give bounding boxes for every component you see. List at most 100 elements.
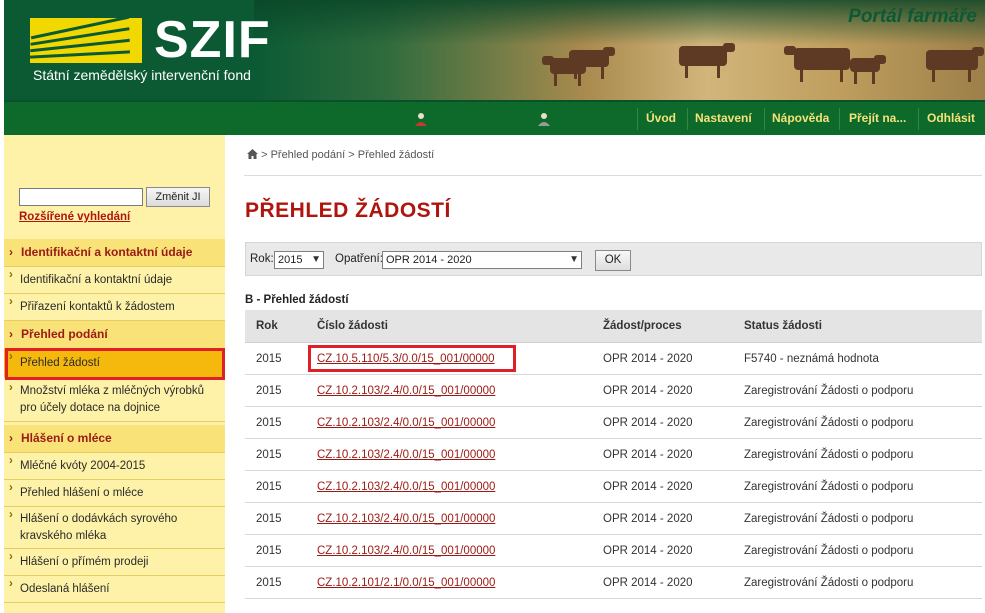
table-row: 2015 CZ.10.2.103/2.4/0.0/15_001/00000 OP… — [245, 438, 982, 471]
request-number-link[interactable]: CZ.10.2.101/2.1/0.0/15_001/00000 — [317, 577, 495, 589]
request-number-link[interactable]: CZ.10.2.103/2.4/0.0/15_001/00000 — [317, 449, 495, 461]
year-select[interactable]: 2015 ▼ — [274, 251, 324, 269]
breadcrumb-link-submissions[interactable]: Přehled podání — [271, 149, 346, 161]
cow-silhouette — [679, 43, 735, 78]
chevron-down-icon: ▼ — [311, 254, 321, 265]
year-label: Rok: — [250, 253, 274, 265]
cell-process: OPR 2014 - 2020 — [592, 470, 733, 503]
chevron-right-icon: › — [9, 269, 13, 281]
sidebar-section-milk-reports[interactable]: › Hlášení o mléce — [4, 425, 225, 453]
highlight-frame — [308, 345, 516, 372]
cell-year: 2015 — [245, 406, 306, 439]
request-number-link[interactable]: CZ.10.2.103/2.4/0.0/15_001/00000 — [317, 513, 495, 525]
cell-status: Zaregistrování Žádosti o podporu — [733, 502, 982, 535]
divider — [244, 175, 982, 176]
banner-photo: Portál farmáře — [254, 0, 985, 100]
cell-year: 2015 — [245, 374, 306, 407]
cell-process: OPR 2014 - 2020 — [592, 502, 733, 535]
cell-request-number: CZ.10.2.103/2.4/0.0/15_001/00000 — [306, 534, 592, 567]
cell-status: Zaregistrování Žádosti o podporu — [733, 566, 982, 599]
column-header-request-number: Číslo žádosti — [306, 310, 592, 343]
user-icon[interactable] — [414, 112, 428, 126]
cell-year: 2015 — [245, 342, 306, 375]
nav-nastaveni[interactable]: Nastavení — [695, 102, 752, 135]
table-section-title: B - Přehled žádostí — [245, 294, 349, 306]
sidebar-item-raw-milk-deliveries[interactable]: › Hlášení o dodávkách syrového kravského… — [4, 507, 225, 549]
nav-odhlasit[interactable]: Odhlásit — [927, 102, 975, 135]
sidebar-section-identification[interactable]: › Identifikační a kontaktní údaje — [4, 239, 225, 267]
table-row: 2015 CZ.10.2.101/2.1/0.0/15_001/00000 OP… — [245, 566, 982, 599]
request-number-link[interactable]: CZ.10.2.103/2.4/0.0/15_001/00000 — [317, 545, 495, 557]
cell-year: 2015 — [245, 502, 306, 535]
chevron-right-icon: › — [9, 382, 13, 394]
breadcrumb-current: Přehled žádostí — [357, 149, 435, 161]
sidebar-item-contacts[interactable]: › Přiřazení kontaktů k žádostem — [4, 294, 225, 321]
table-row: 2015 CZ.10.2.103/2.4/0.0/15_001/00000 OP… — [245, 406, 982, 439]
chevron-right-icon: › — [9, 455, 13, 467]
cell-status: Zaregistrování Žádosti o podporu — [733, 406, 982, 439]
logo-subtitle: Státní zemědělský intervenční fond — [33, 67, 251, 83]
change-ji-button[interactable]: Změnit JI — [146, 187, 210, 207]
column-header-status: Status žádosti — [733, 310, 982, 343]
cell-status: F5740 - neznámá hodnota — [733, 342, 982, 375]
sidebar-item-identification[interactable]: › Identifikační a kontaktní údaje — [4, 267, 225, 294]
cow-silhouette — [784, 46, 850, 82]
request-number-link[interactable]: CZ.10.2.103/2.4/0.0/15_001/00000 — [317, 385, 495, 397]
chevron-right-icon: › — [9, 551, 13, 563]
cell-process: OPR 2014 - 2020 — [592, 534, 733, 567]
advanced-search-link[interactable]: Rozšířené vyhledání — [19, 211, 130, 223]
cell-request-number: CZ.10.2.103/2.4/0.0/15_001/00000 — [306, 502, 592, 535]
cell-status: Zaregistrování Žádosti o podporu — [733, 470, 982, 503]
cell-request-number: CZ.10.2.103/2.4/0.0/15_001/00000 — [306, 406, 592, 439]
cell-process: OPR 2014 - 2020 — [592, 566, 733, 599]
measure-label: Opatření: — [335, 253, 383, 265]
breadcrumb-separator: > — [261, 149, 268, 161]
cell-year: 2015 — [245, 566, 306, 599]
header-banner: Portál farmáře SZIF Státní zemědělský in… — [4, 0, 985, 100]
chevron-right-icon: › — [9, 431, 13, 445]
sidebar-item-direct-sales[interactable]: › Hlášení o přímém prodeji — [4, 549, 225, 576]
cell-status: Zaregistrování Žádosti o podporu — [733, 534, 982, 567]
chevron-right-icon: › — [9, 296, 13, 308]
cell-process: OPR 2014 - 2020 — [592, 342, 733, 375]
cell-year: 2015 — [245, 534, 306, 567]
request-number-link[interactable]: CZ.10.2.103/2.4/0.0/15_001/00000 — [317, 481, 495, 493]
nav-uvod[interactable]: Úvod — [646, 102, 676, 135]
search-input[interactable] — [19, 188, 143, 206]
chevron-down-icon: ▼ — [569, 254, 579, 265]
measure-select[interactable]: OPR 2014 - 2020 ▼ — [382, 251, 582, 269]
top-navigation: Úvod Nastavení Nápověda Přejít na... Odh… — [4, 100, 985, 135]
column-header-year: Rok — [245, 310, 306, 343]
sidebar-item-milk-quotas[interactable]: › Mléčné kvóty 2004-2015 — [4, 453, 225, 480]
chevron-right-icon: › — [9, 509, 13, 521]
column-header-process: Žádost/proces — [592, 310, 733, 343]
filter-bar: Rok: 2015 ▼ Opatření: OPR 2014 - 2020 ▼ … — [245, 242, 982, 276]
sidebar-item-milk-quantity[interactable]: › Množství mléka z mléčných výrobků pro … — [4, 380, 225, 422]
sidebar-section-submissions[interactable]: › Přehled podání — [4, 321, 225, 349]
sidebar-item-milk-reports-overview[interactable]: › Přehled hlášení o mléce — [4, 480, 225, 507]
user-settings-icon[interactable] — [537, 112, 551, 126]
table-row: 2015 CZ.10.2.103/2.4/0.0/15_001/00000 OP… — [245, 374, 982, 407]
table-row: 2015 CZ.10.2.103/2.4/0.0/15_001/00000 OP… — [245, 534, 982, 567]
home-icon[interactable] — [247, 149, 258, 159]
chevron-right-icon: › — [9, 578, 13, 590]
cell-process: OPR 2014 - 2020 — [592, 406, 733, 439]
page-title: PŘEHLED ŽÁDOSTÍ — [245, 199, 451, 222]
request-number-link[interactable]: CZ.10.2.103/2.4/0.0/15_001/00000 — [317, 417, 495, 429]
table-row: 2015 CZ.10.2.103/2.4/0.0/15_001/00000 OP… — [245, 470, 982, 503]
chevron-right-icon: › — [9, 327, 13, 341]
nav-prejit-na[interactable]: Přejít na... — [849, 102, 906, 135]
cell-process: OPR 2014 - 2020 — [592, 374, 733, 407]
sidebar-item-sent-reports[interactable]: › Odeslaná hlášení — [4, 576, 225, 603]
szif-logo-icon — [30, 18, 142, 63]
nav-napoveda[interactable]: Nápověda — [772, 102, 829, 135]
cell-process: OPR 2014 - 2020 — [592, 438, 733, 471]
ok-button[interactable]: OK — [595, 250, 631, 271]
breadcrumb: > Přehled podání > Přehled žádostí — [247, 149, 434, 161]
cell-status: Zaregistrování Žádosti o podporu — [733, 438, 982, 471]
breadcrumb-separator: > — [348, 149, 355, 161]
cell-request-number: CZ.10.2.103/2.4/0.0/15_001/00000 — [306, 374, 592, 407]
cell-request-number: CZ.10.2.103/2.4/0.0/15_001/00000 — [306, 470, 592, 503]
cell-year: 2015 — [245, 470, 306, 503]
cell-request-number: CZ.10.2.101/2.1/0.0/15_001/00000 — [306, 566, 592, 599]
